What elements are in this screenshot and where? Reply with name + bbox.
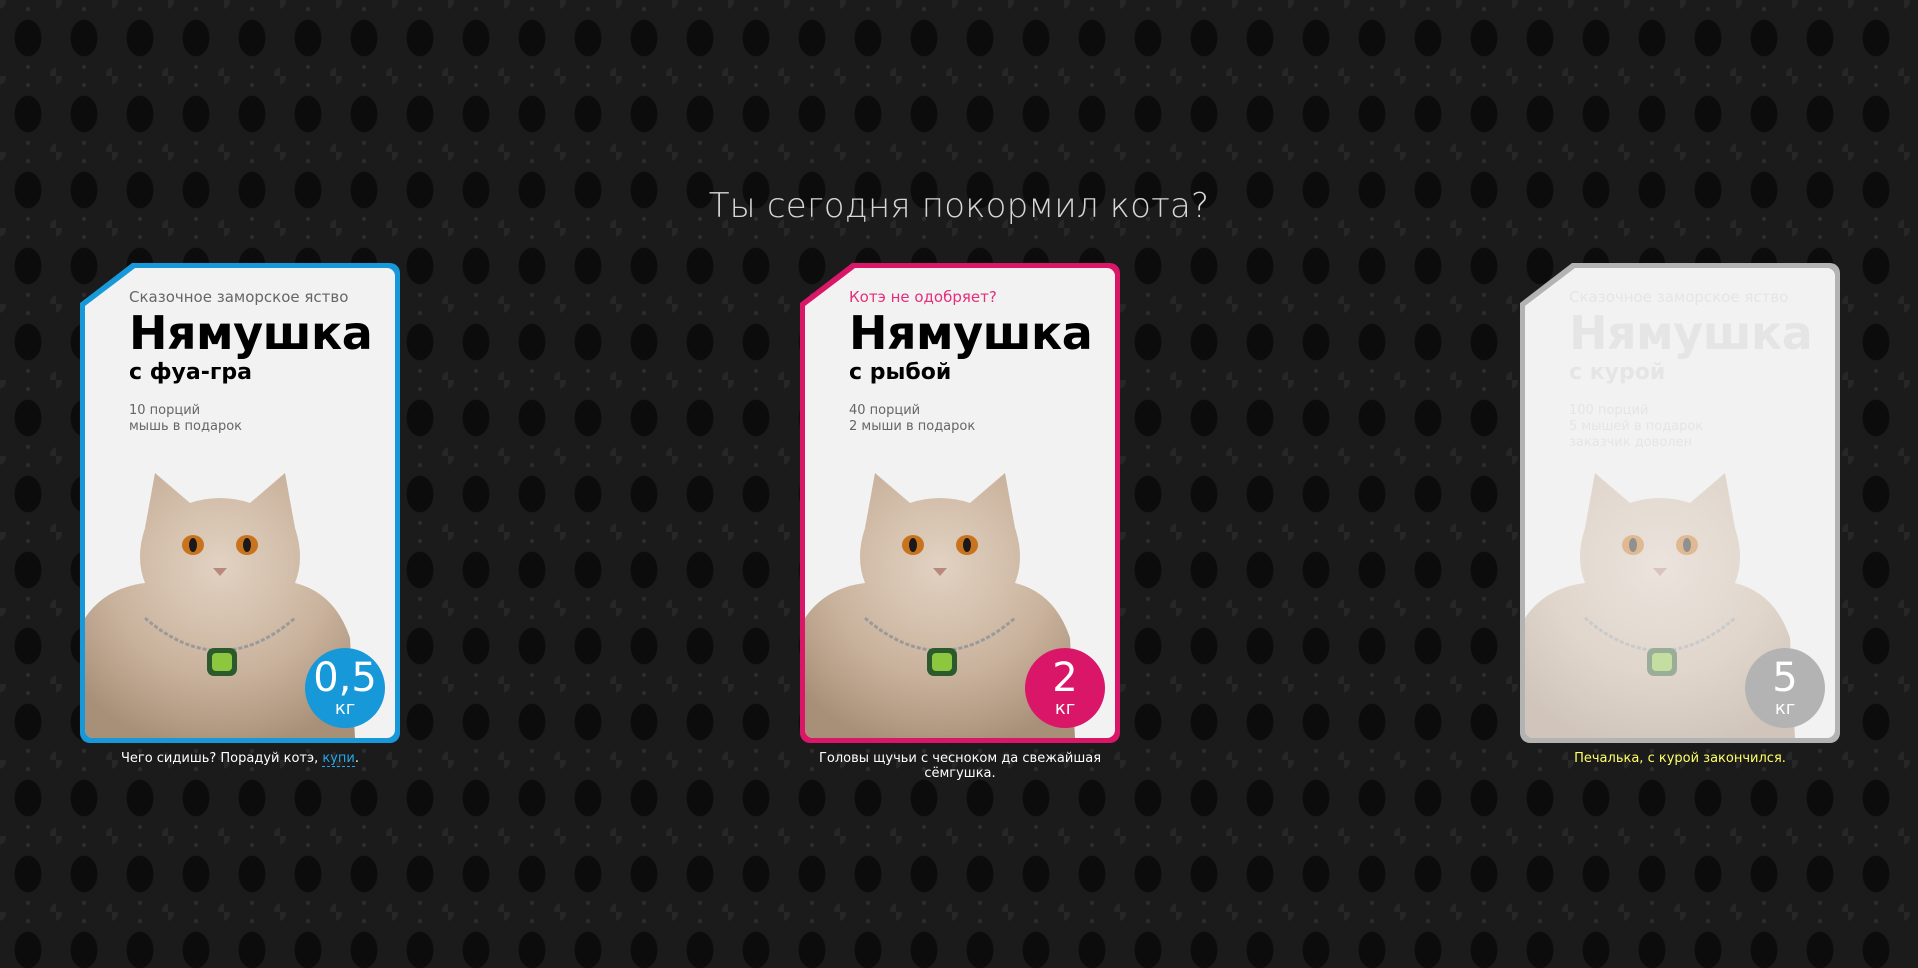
product-brand: Нямушка: [849, 306, 1093, 360]
weight-badge: 2 кг: [1025, 648, 1105, 728]
product-details: 10 порций мышь в подарок: [129, 403, 242, 435]
weight-badge: 5 кг: [1745, 648, 1825, 728]
portions-text: 10 порций: [129, 403, 201, 418]
bonus-text: 2 мыши в подарок: [849, 419, 976, 434]
weight-unit: кг: [1774, 698, 1796, 719]
caption-text: Чего сидишь? Порадуй котэ,: [120, 751, 323, 766]
product-tagline: Сказочное заморское яство: [1569, 288, 1789, 306]
product-details: 40 порций 2 мыши в подарок: [849, 403, 975, 435]
product-package[interactable]: Сказочное заморское яство Нямушка с фуа-…: [80, 263, 400, 743]
product-flavor: с курой: [1569, 360, 1666, 385]
product-package: Сказочное заморское яство Нямушка с куро…: [1520, 263, 1840, 743]
product-tagline: Котэ не одобряет?: [849, 288, 997, 306]
buy-link[interactable]: купи: [322, 751, 355, 767]
product-card-chicken: Сказочное заморское яство Нямушка с куро…: [1520, 263, 1840, 766]
caption-suffix: .: [354, 751, 360, 766]
weight-value: 2: [1052, 655, 1078, 701]
product-caption: Печалька, с курой закончился.: [1574, 751, 1786, 766]
product-caption: Чего сидишь? Порадуй котэ, купи.: [80, 751, 400, 767]
page-title: Ты сегодня покормил кота?: [708, 186, 1210, 226]
weight-value: 0,5: [313, 655, 377, 701]
product-brand: Нямушка: [129, 306, 373, 360]
product-tagline: Сказочное заморское яство: [129, 288, 349, 306]
weight-unit: кг: [334, 698, 356, 719]
bonus-text: мышь в подарок: [129, 419, 243, 434]
portions-text: 100 порций: [1569, 403, 1649, 418]
product-caption: Головы щучьи с чесноком да свежайшая сём…: [818, 751, 1102, 781]
product-flavor: с фуа-гра: [129, 360, 252, 385]
weight-badge: 0,5 кг: [305, 648, 385, 728]
weight-unit: кг: [1054, 698, 1076, 719]
product-brand: Нямушка: [1569, 306, 1813, 360]
product-package[interactable]: Котэ не одобряет? Нямушка с рыбой 40 пор…: [800, 263, 1120, 743]
product-flavor: с рыбой: [849, 360, 952, 385]
product-details: 100 порций 5 мышей в подарок заказчик до…: [1569, 403, 1703, 451]
product-card-foie-gras[interactable]: Сказочное заморское яство Нямушка с фуа-…: [80, 263, 400, 767]
product-card-fish[interactable]: Котэ не одобряет? Нямушка с рыбой 40 пор…: [800, 263, 1120, 781]
weight-value: 5: [1772, 655, 1798, 701]
portions-text: 40 порций: [849, 403, 921, 418]
bonus-text: 5 мышей в подарок: [1569, 419, 1704, 434]
